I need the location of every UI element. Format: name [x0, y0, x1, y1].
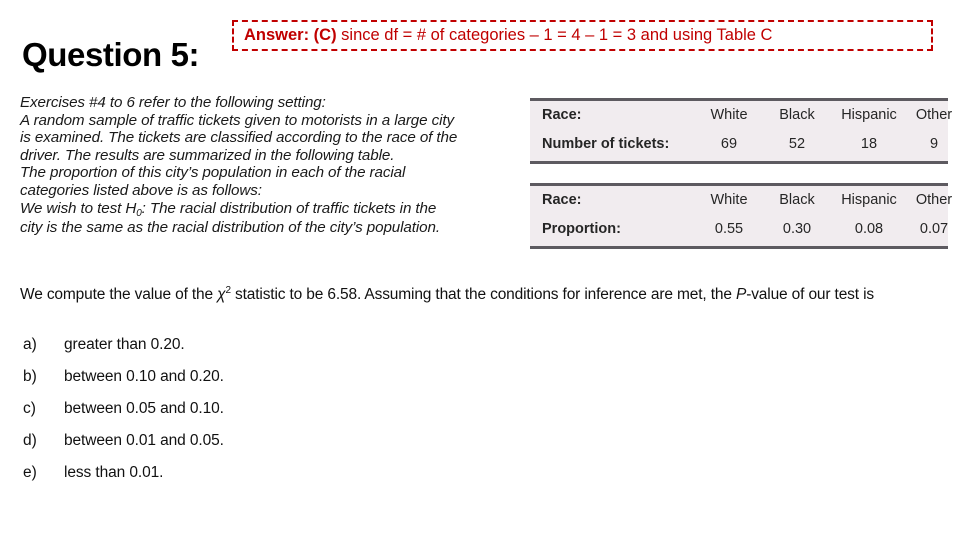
answer-options-list: a) greater than 0.20. b) between 0.10 an… — [23, 336, 443, 496]
proportion-table: Race: White Black Hispanic Other Proport… — [530, 183, 952, 249]
option-d[interactable]: d) between 0.01 and 0.05. — [23, 432, 443, 464]
hypothesis-subscript: 0 — [136, 207, 142, 219]
tickets-table: Race: White Black Hispanic Other Number … — [530, 98, 952, 164]
option-key: d) — [23, 432, 37, 449]
table-row-label: Number of tickets: — [542, 136, 670, 152]
setting-line: categories listed above is as follows: — [20, 181, 262, 199]
question-stem: We compute the value of the χ2 statistic… — [20, 285, 938, 305]
option-a[interactable]: a) greater than 0.20. — [23, 336, 443, 368]
answer-rest: since df = # of categories – 1 = 4 – 1 =… — [336, 26, 773, 45]
option-key: e) — [23, 464, 37, 481]
option-key: b) — [23, 368, 37, 385]
table-cell: 18 — [860, 136, 878, 152]
hypothesis-line: We wish to test H0: The racial distribut… — [20, 200, 515, 220]
table-cell: 0.08 — [854, 221, 884, 237]
setting-line: driver. The results are summarized in th… — [20, 146, 395, 164]
table-row-label: Proportion: — [542, 221, 621, 237]
table-cell: 0.07 — [919, 221, 949, 237]
setting-text-block: Exercises #4 to 6 refer to the following… — [20, 94, 515, 237]
option-b[interactable]: b) between 0.10 and 0.20. — [23, 368, 443, 400]
setting-line: is examined. The tickets are classified … — [20, 129, 458, 147]
table-header-cell: Black — [779, 107, 815, 123]
hypothesis-rest: : The racial distribution of traffic tic… — [141, 199, 437, 217]
option-text: between 0.05 and 0.10. — [64, 400, 224, 417]
option-text: between 0.01 and 0.05. — [64, 432, 224, 449]
table-header-cell: Hispanic — [841, 192, 897, 208]
question-part-3: -value of our test is — [746, 286, 874, 303]
answer-callout-box: Answer: (C) since df = # of categories –… — [232, 20, 933, 51]
table-row-label: Race: — [542, 107, 582, 123]
table-row: Race: White Black Hispanic Other — [530, 101, 960, 129]
answer-lead: Answer: (C) — [244, 26, 337, 45]
table-row: Proportion: 0.55 0.30 0.08 0.07 — [530, 214, 960, 244]
table-header-cell: Other — [915, 192, 953, 208]
setting-line: The proportion of this city’s population… — [20, 164, 406, 182]
option-text: greater than 0.20. — [64, 336, 185, 353]
table-cell: 0.55 — [714, 221, 744, 237]
option-e[interactable]: e) less than 0.01. — [23, 464, 443, 496]
table-header-cell: White — [710, 107, 748, 123]
table-header-cell: Black — [779, 192, 815, 208]
setting-line: A random sample of traffic tickets given… — [20, 111, 454, 129]
slide-header: Question 5: Answer: (C) since df = # of … — [0, 0, 960, 88]
option-text: between 0.10 and 0.20. — [64, 368, 224, 385]
table-cell: 69 — [720, 136, 738, 152]
table-row: Number of tickets: 69 52 18 9 — [530, 129, 960, 159]
table-header-cell: Other — [915, 107, 953, 123]
question-part-2: statistic to be 6.58. Assuming that the … — [230, 286, 736, 303]
question-part-1: We compute the value of the — [20, 286, 218, 303]
table-header-cell: White — [710, 192, 748, 208]
hypothesis-line-2: city is the same as the racial distribut… — [20, 219, 440, 237]
setting-line: Exercises #4 to 6 refer to the following… — [20, 94, 326, 111]
hypothesis-symbol: H — [125, 199, 137, 217]
question-stem-text: We compute the value of the χ2 statistic… — [20, 285, 938, 305]
hypothesis-prefix: We wish to test — [20, 199, 126, 217]
page-title: Question 5: — [22, 36, 200, 73]
option-text: less than 0.01. — [64, 464, 164, 481]
option-key: c) — [23, 400, 36, 417]
table-cell: 0.30 — [782, 221, 812, 237]
p-value-symbol: P — [735, 286, 747, 303]
option-c[interactable]: c) between 0.05 and 0.10. — [23, 400, 443, 432]
option-key: a) — [23, 336, 37, 353]
answer-callout-text: Answer: (C) since df = # of categories –… — [244, 27, 772, 44]
table-header-cell: Hispanic — [841, 107, 897, 123]
table-cell: 52 — [788, 136, 806, 152]
table-row: Race: White Black Hispanic Other — [530, 186, 960, 214]
table-cell: 9 — [929, 136, 939, 152]
table-row-label: Race: — [542, 192, 582, 208]
